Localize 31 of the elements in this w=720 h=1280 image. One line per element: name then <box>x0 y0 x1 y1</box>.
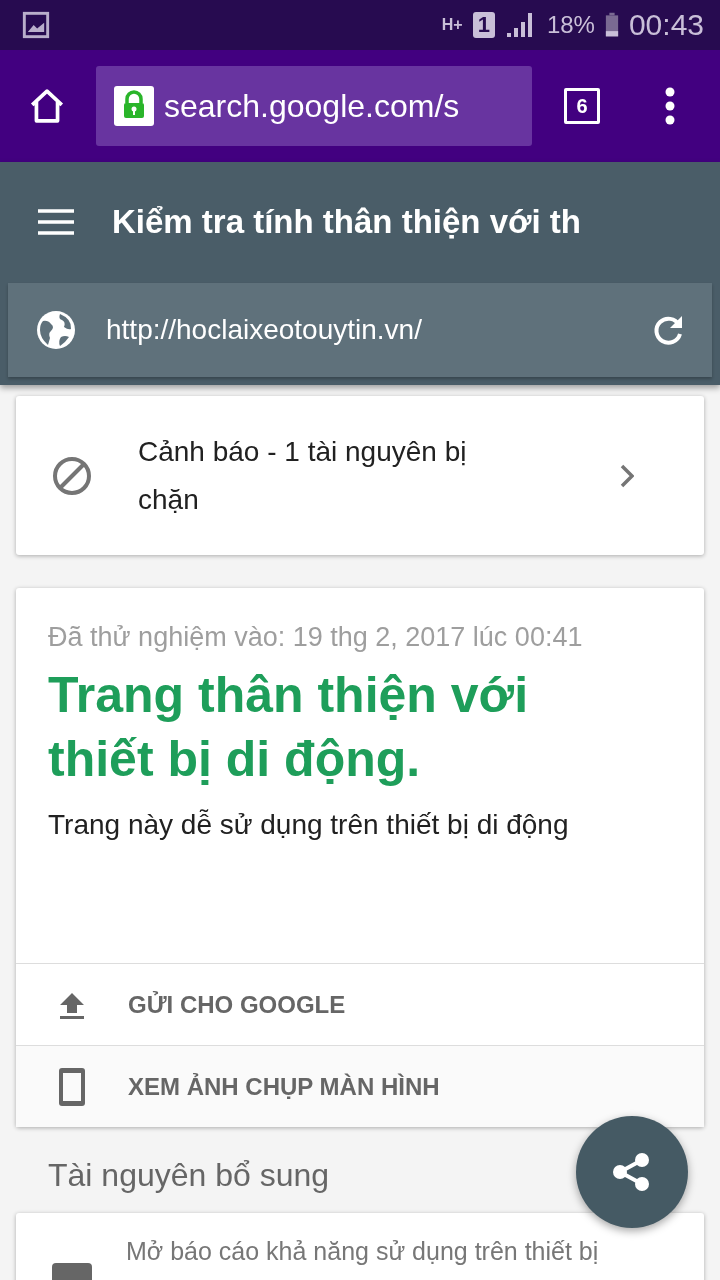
resource-card[interactable]: Mở báo cáo khả năng sử dụng trên thiết bị <box>16 1213 704 1280</box>
battery-icon <box>604 11 619 39</box>
blocked-icon <box>52 455 92 496</box>
home-icon[interactable] <box>28 87 66 125</box>
address-bar[interactable]: search.google.com/s <box>96 66 532 146</box>
more-icon[interactable] <box>664 86 676 126</box>
battery-percent: 18% <box>546 11 595 39</box>
section-title: Tài nguyên bổ sung <box>48 1157 330 1195</box>
action-button[interactable]: GỬI CHO GOOGLE <box>16 964 704 1045</box>
page-title: Kiểm tra tính thân thiện với th <box>112 203 581 241</box>
tab-count-button[interactable]: 6 <box>564 88 600 124</box>
clock: 00:43 <box>628 8 704 42</box>
result-headline: Trang thân thiện với thiết bị di động. <box>48 666 530 789</box>
action-button[interactable]: XEM ẢNH CHỤP MÀN HÌNH <box>16 1045 704 1127</box>
menu-icon[interactable] <box>38 209 74 235</box>
url-text: search.google.com/s <box>164 87 460 125</box>
share-button[interactable] <box>576 1116 688 1228</box>
sim-indicator: 1 <box>472 12 495 38</box>
phone-icon <box>56 1066 88 1107</box>
warning-card[interactable]: Cảnh báo - 1 tài nguyên bị chặn <box>16 396 704 555</box>
tested-url: http://hoclaixeotouytin.vn/ <box>106 314 423 346</box>
chevron-right-icon <box>620 463 634 488</box>
test-date: Đã thử nghiệm vào: 19 thg 2, 2017 lúc 00:41 <box>48 622 584 653</box>
network-type: H+ <box>441 16 463 34</box>
url-field[interactable]: http://hoclaixeotouytin.vn/ <box>8 283 712 377</box>
result-description: Trang này dễ sử dụng trên thiết bị di động <box>48 809 570 841</box>
lock-icon <box>114 86 154 126</box>
image-icon <box>22 11 50 39</box>
warning-text: Cảnh báo - 1 tài nguyên bị chặn <box>138 434 468 517</box>
globe-icon <box>36 310 76 350</box>
resource-link: Mở báo cáo khả năng sử dụng trên thiết bị <box>126 1237 599 1266</box>
